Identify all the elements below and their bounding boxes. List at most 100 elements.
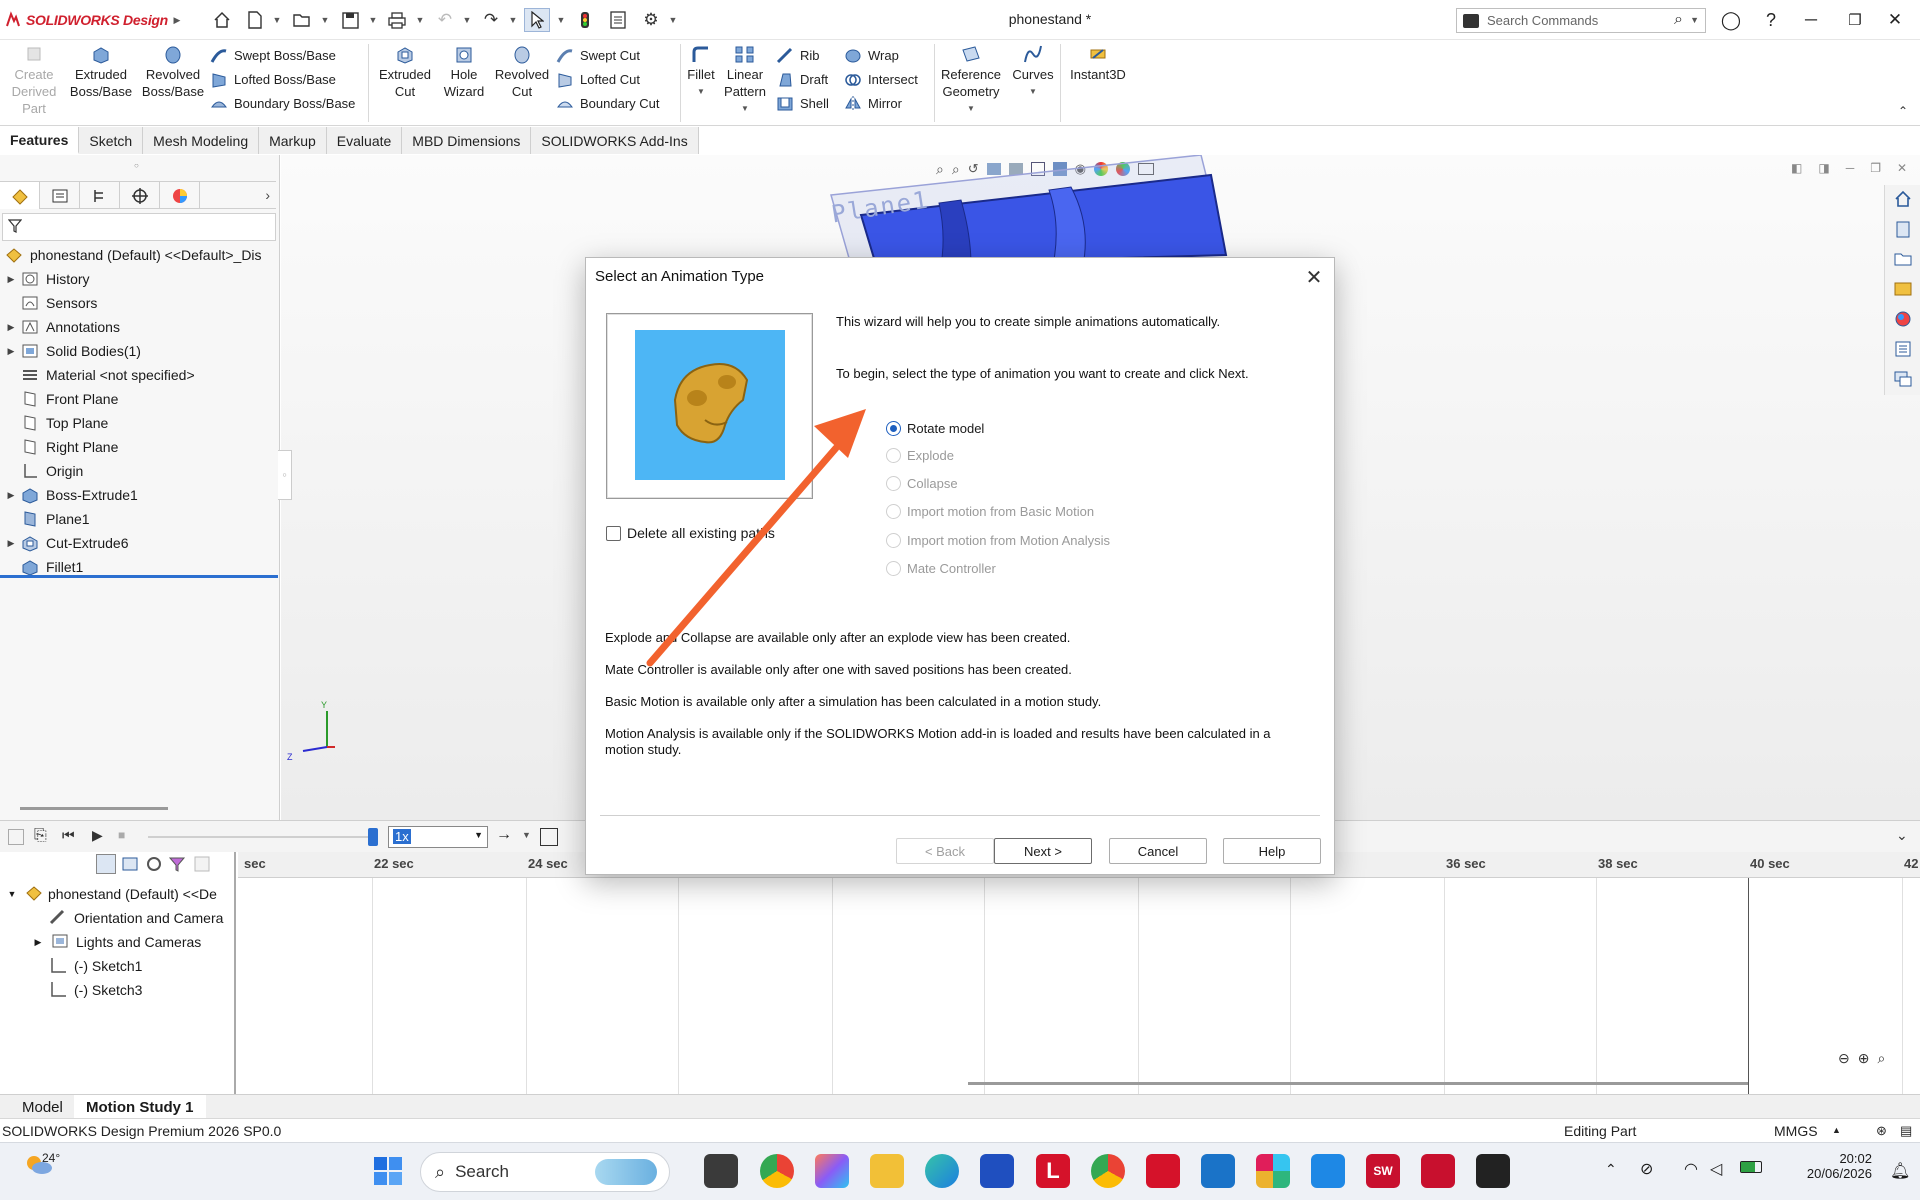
lofted-boss-button[interactable]: Lofted Boss/Base: [210, 68, 336, 90]
motion-tree-lights[interactable]: ▶ Lights and Cameras: [30, 930, 234, 954]
instant3d-button[interactable]: Instant3D: [1064, 44, 1132, 83]
print-icon[interactable]: [384, 8, 410, 32]
chevron-up-icon[interactable]: ▲: [1832, 1125, 1841, 1135]
hole-wizard-button[interactable]: Hole Wizard: [440, 44, 488, 100]
tree-item-boss-extrude1[interactable]: ▶ Boss-Extrude1: [0, 483, 278, 507]
collapse-arrow-icon[interactable]: ▼: [4, 889, 20, 899]
tree-item-annotations[interactable]: ▶ Annotations: [0, 315, 278, 339]
tree-filter-input[interactable]: [2, 213, 276, 241]
design-library-icon[interactable]: [1893, 219, 1913, 239]
wifi-icon[interactable]: ◠: [1684, 1159, 1698, 1179]
menu-expand-icon[interactable]: ▶: [172, 12, 182, 28]
calculate-icon[interactable]: ⎘: [34, 827, 47, 845]
motion-tree-orientation[interactable]: Orientation and Camera: [48, 906, 234, 930]
intersect-button[interactable]: Intersect: [844, 68, 918, 90]
tree-item-front-plane[interactable]: Front Plane: [0, 387, 278, 411]
zoom-in-icon[interactable]: ⊕: [1858, 1050, 1870, 1067]
expand-arrow-icon[interactable]: ▶: [2, 490, 20, 501]
dimxpert-manager-tab-icon[interactable]: [120, 182, 160, 209]
expand-arrow-icon[interactable]: ▶: [2, 346, 20, 357]
close-window-button[interactable]: ✕: [1878, 6, 1912, 34]
playback-slider-track[interactable]: [148, 836, 368, 838]
notifications-icon[interactable]: 🔔︎: [1890, 1161, 1910, 1181]
tile-left-icon[interactable]: ◧: [1791, 161, 1802, 175]
new-document-icon[interactable]: [242, 8, 268, 32]
filter-animated-icon[interactable]: [96, 854, 116, 874]
extruded-boss-button[interactable]: Extruded Boss/Base: [68, 44, 134, 100]
playback-speed-select[interactable]: 1x ▼: [388, 826, 488, 848]
rib-button[interactable]: Rib: [776, 44, 820, 66]
appearances-icon[interactable]: [1893, 309, 1913, 329]
tab-mesh-modeling[interactable]: Mesh Modeling: [143, 127, 260, 154]
custom-properties-icon[interactable]: [1893, 339, 1913, 359]
filter-results-icon[interactable]: [168, 854, 188, 874]
mirror-button[interactable]: Mirror: [844, 92, 902, 114]
taskbar-search[interactable]: ⌕ Search: [420, 1152, 670, 1192]
chevron-down-icon[interactable]: ▼: [508, 12, 518, 28]
windows-start-icon[interactable]: [372, 1155, 404, 1190]
help-icon[interactable]: ?: [1754, 6, 1788, 34]
curves-button[interactable]: Curves ▼: [1008, 44, 1058, 100]
expand-arrow-icon[interactable]: ▶: [2, 322, 20, 333]
chevron-down-icon[interactable]: ▼: [556, 12, 566, 28]
app-l-icon[interactable]: L: [1036, 1154, 1070, 1188]
home-icon[interactable]: [1893, 189, 1913, 209]
task-view-icon[interactable]: [704, 1154, 738, 1188]
display-manager-tab-icon[interactable]: [160, 182, 200, 209]
select-cursor-icon[interactable]: [524, 8, 550, 32]
tree-item-history[interactable]: ▶ History: [0, 267, 278, 291]
chevron-down-icon[interactable]: ▼: [1008, 83, 1058, 100]
chevron-down-icon[interactable]: ▼: [462, 12, 472, 28]
auto-fit-icon[interactable]: [192, 854, 212, 874]
home-icon[interactable]: [209, 8, 235, 32]
configuration-manager-tab-icon[interactable]: [80, 182, 120, 209]
tree-item-sensors[interactable]: Sensors: [0, 291, 278, 315]
timeline-scrollbar[interactable]: [968, 1082, 1748, 1085]
motion-tree-sketch1[interactable]: (-) Sketch1: [50, 954, 234, 978]
battery-icon[interactable]: [1740, 1161, 1762, 1173]
chrome-icon[interactable]: [760, 1154, 794, 1188]
zoom-out-icon[interactable]: ⊖: [1838, 1050, 1850, 1067]
tree-item-solid-bodies[interactable]: ▶ Solid Bodies(1): [0, 339, 278, 363]
chevron-right-icon[interactable]: ›: [200, 182, 276, 208]
expand-arrow-icon[interactable]: ▶: [2, 274, 20, 285]
chevron-down-icon[interactable]: ▼: [320, 12, 330, 28]
chrome-profile-icon[interactable]: [1091, 1154, 1125, 1188]
affinity-icon[interactable]: [1476, 1154, 1510, 1188]
location-off-icon[interactable]: ⊘: [1640, 1159, 1653, 1179]
tile-right-icon[interactable]: ◨: [1818, 161, 1829, 175]
pdf-app-icon[interactable]: [1146, 1154, 1180, 1188]
outlook-icon[interactable]: [1201, 1154, 1235, 1188]
undo-icon[interactable]: ↶: [432, 8, 458, 32]
tab-model[interactable]: Model: [10, 1095, 75, 1119]
file-explorer-icon[interactable]: [1893, 249, 1913, 269]
playback-slider-thumb[interactable]: [368, 828, 378, 846]
unit-system[interactable]: MMGS: [1774, 1123, 1818, 1139]
viewport-close-icon[interactable]: ✕: [1897, 161, 1907, 175]
traffic-light-icon[interactable]: [572, 8, 598, 32]
boundary-cut-button[interactable]: Boundary Cut: [556, 92, 660, 114]
motion-tree-sketch3[interactable]: (-) Sketch3: [50, 978, 234, 1002]
chevron-down-icon[interactable]: ▼: [684, 83, 718, 100]
volume-icon[interactable]: ◁: [1710, 1159, 1722, 1179]
tree-root-part[interactable]: phonestand (Default) <<Default>_Dis: [0, 243, 278, 267]
search-commands-input[interactable]: Search Commands ⌕ ▼: [1456, 8, 1706, 33]
edge-icon[interactable]: [925, 1154, 959, 1188]
chevron-down-icon[interactable]: ▼: [272, 12, 282, 28]
slack-icon[interactable]: [1256, 1154, 1290, 1188]
play-icon[interactable]: ▶: [92, 827, 103, 844]
solidworks-logo[interactable]: SOLIDWORKS Design: [4, 8, 168, 32]
cancel-button[interactable]: Cancel: [1109, 838, 1207, 864]
copilot-icon[interactable]: [815, 1154, 849, 1188]
chevron-down-icon[interactable]: ▼: [415, 12, 425, 28]
minimize-button[interactable]: ─: [1794, 6, 1828, 34]
panel-scrollbar[interactable]: [20, 807, 168, 810]
tree-item-top-plane[interactable]: Top Plane: [0, 411, 278, 435]
tab-mbd-dimensions[interactable]: MBD Dimensions: [402, 127, 532, 154]
revolved-cut-button[interactable]: Revolved Cut: [492, 44, 552, 100]
tags-icon[interactable]: ⊛: [1876, 1123, 1887, 1139]
save-animation-icon[interactable]: [540, 828, 558, 846]
extruded-cut-button[interactable]: Extruded Cut: [374, 44, 436, 100]
chevron-down-icon[interactable]: ▼: [474, 830, 483, 840]
panel-collapse-handle[interactable]: ○: [278, 450, 292, 500]
